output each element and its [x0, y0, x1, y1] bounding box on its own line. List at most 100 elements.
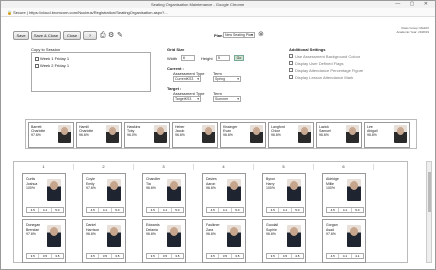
- grade-value: 3.5: [115, 254, 120, 258]
- option-checkbox[interactable]: [289, 61, 293, 65]
- student-card[interactable]: Barrett Charlotte 97.6%: [28, 122, 74, 148]
- secure-icon: 🔒: [7, 10, 12, 15]
- student-card[interactable]: Kissinger Evan 96.6%: [220, 122, 266, 148]
- student-photo: [227, 179, 241, 201]
- seat-card[interactable]: Byron Harry 100% 4.5 4.1 5.0: [262, 173, 306, 217]
- student-info: Hawkins Toby 96.0%: [127, 125, 140, 137]
- student-info: Chandler Tia 96.6%: [146, 177, 160, 191]
- class-info: Class Group: Ma10X Academic Year: 2018/1…: [396, 26, 429, 34]
- session-item[interactable]: Week 2 Friday 1: [35, 63, 69, 68]
- height-label: Height: [201, 56, 213, 61]
- student-card[interactable]: Lee Abigail 96.6%: [364, 122, 410, 148]
- seat-card[interactable]: Chandler Tia 96.6% 4.5 4.1 5.0: [142, 173, 186, 217]
- go-button[interactable]: Go: [234, 55, 244, 61]
- close-button[interactable]: Close: [63, 31, 81, 40]
- student-photo: [346, 125, 359, 143]
- grade-stats: 4.5 4.1 5.0: [326, 207, 364, 213]
- session-item[interactable]: Week 1 Friday 1: [35, 56, 69, 61]
- student-surname: Chandler: [146, 177, 161, 181]
- session-checkbox[interactable]: [35, 64, 39, 68]
- unassigned-students: Barrett Charlotte 97.6% Hamill Charlotte 96.…: [25, 119, 417, 149]
- seat-card[interactable]: Davies Aaron 96.6% 4.5 4.1 5.0: [202, 173, 246, 217]
- url-text[interactable]: 🔒 Secure | https://cloud.bromcom.com/Nuc…: [7, 10, 168, 15]
- seat-card[interactable]: Aldridge Millie 100% 4.5 4.1 5.0: [322, 173, 366, 217]
- save-close-button[interactable]: Save & Close: [31, 31, 61, 40]
- attendance-pct: 100%: [326, 186, 335, 190]
- session-item-label: Week 2 Friday 1: [40, 63, 70, 68]
- grade-value: 4.5: [87, 208, 100, 212]
- seat-card[interactable]: Donegan Brendan 97.6% 3.5 3.5 3.5: [22, 219, 66, 263]
- student-surname: Byron: [266, 177, 276, 181]
- shuffle-icon[interactable]: ⚙: [108, 32, 114, 39]
- student-card[interactable]: Lazick Samuel 96.6%: [316, 122, 362, 148]
- attendance-pct: 96.6%: [146, 186, 156, 190]
- grade-stats: 4.5 4.1 5.0: [26, 207, 64, 213]
- delete-plan-icon[interactable]: ⊗: [258, 31, 264, 38]
- student-info: Faulkner Zara 96.6%: [206, 223, 220, 237]
- student-surname: Edwards: [146, 223, 160, 227]
- grade-value: 5.0: [55, 208, 60, 212]
- student-photo: [250, 125, 263, 143]
- grade-value: 3.5: [147, 254, 160, 258]
- target-term-select[interactable]: Summer: [213, 96, 241, 102]
- address-bar[interactable]: 🔒 Secure | https://cloud.bromcom.com/Nuc…: [1, 8, 435, 17]
- student-surname: Faulkner: [206, 223, 220, 227]
- grade-stats: 3.5 3.5 3.5: [86, 253, 124, 259]
- seat-card[interactable]: Daniel Harrison 96.6% 3.5 3.5 3.5: [82, 219, 126, 263]
- attendance-pct: 96.6%: [271, 133, 281, 137]
- seat-card[interactable]: Curtis Joshua 100% 4.5 4.1 5.0: [22, 173, 66, 217]
- student-surname: Aldridge: [326, 177, 339, 181]
- window-controls[interactable]: — ▢ ✕: [395, 1, 432, 7]
- grid-scrollbar[interactable]: [426, 161, 432, 263]
- session-checkbox[interactable]: [35, 57, 39, 61]
- grade-value: 3.5: [267, 254, 280, 258]
- width-label: Width: [167, 56, 178, 61]
- attendance-pct: 96.6%: [175, 133, 185, 137]
- seat-card[interactable]: Edwards Delania 96.6% 3.5 3.5 3.5: [142, 219, 186, 263]
- student-info: Donegan Brendan 97.6%: [26, 223, 40, 237]
- attendance-pct: 97.6%: [26, 232, 36, 236]
- seat-card[interactable]: Goodall Sophie 96.6% 3.5 4.5 4.5: [262, 219, 306, 263]
- student-card[interactable]: Langford Chloe 96.6%: [268, 122, 314, 148]
- grade-value: 4.1: [339, 208, 352, 212]
- grade-value: 4.1: [279, 208, 292, 212]
- student-card[interactable]: Hamill Charlotte 96.6%: [76, 122, 122, 148]
- student-card[interactable]: Hawkins Toby 96.0%: [124, 122, 170, 148]
- grade-stats: 3.5 3.5 3.5: [26, 253, 64, 259]
- scrollbar-thumb[interactable]: [428, 172, 431, 212]
- plan-label: Plan: [214, 33, 223, 38]
- grade-value: 4.1: [39, 208, 52, 212]
- target-assessment-select[interactable]: TargetKS3: [173, 96, 201, 102]
- current-assessment-select[interactable]: CurrentKS3: [173, 76, 201, 82]
- grade-value: 4.5: [147, 208, 160, 212]
- tools-icon[interactable]: ✎: [117, 32, 123, 39]
- student-info: Gorgan Asad 97.6%: [326, 223, 338, 237]
- option-label: Display Attendance Percentage Figure: [295, 68, 364, 73]
- grade-stats: 4.5 4.1 5.0: [206, 207, 244, 213]
- student-card[interactable]: Heber Jacob 96.6%: [172, 122, 218, 148]
- grade-value: 4.1: [355, 254, 360, 258]
- grade-value: 3.5: [27, 254, 40, 258]
- grade-value: 5.0: [115, 208, 120, 212]
- option-label: Display Lesson Attendance Mark: [295, 75, 354, 80]
- current-term-select[interactable]: Spring: [213, 76, 241, 82]
- plan-select[interactable]: New Seating Plan: [223, 32, 255, 38]
- attendance-pct: 97.6%: [326, 232, 336, 236]
- seat-card[interactable]: Gorgan Asad 97.6% 4.5 4.1 4.1: [322, 219, 366, 263]
- seat-card[interactable]: Coyle Emily 97.6% 4.5 4.1 5.0: [82, 173, 126, 217]
- grade-value: 4.1: [339, 254, 352, 258]
- session-list[interactable]: Week 1 Friday 1 Week 2 Friday 1: [31, 52, 151, 92]
- height-input[interactable]: 5: [216, 55, 230, 61]
- grade-value: 3.5: [159, 254, 172, 258]
- option-checkbox[interactable]: [289, 68, 293, 72]
- seat-card[interactable]: Faulkner Zara 96.6% 3.5 3.5 3.5: [202, 219, 246, 263]
- option-checkbox[interactable]: [289, 54, 293, 58]
- student-photo: [202, 125, 215, 143]
- grade-value: 3.5: [219, 254, 232, 258]
- option-checkbox[interactable]: [289, 75, 293, 79]
- student-photo: [47, 179, 61, 201]
- help-button[interactable]: ?: [83, 31, 97, 40]
- print-icon[interactable]: ⎙: [100, 32, 106, 39]
- width-input[interactable]: 6: [181, 55, 195, 61]
- save-button[interactable]: Save: [13, 31, 29, 40]
